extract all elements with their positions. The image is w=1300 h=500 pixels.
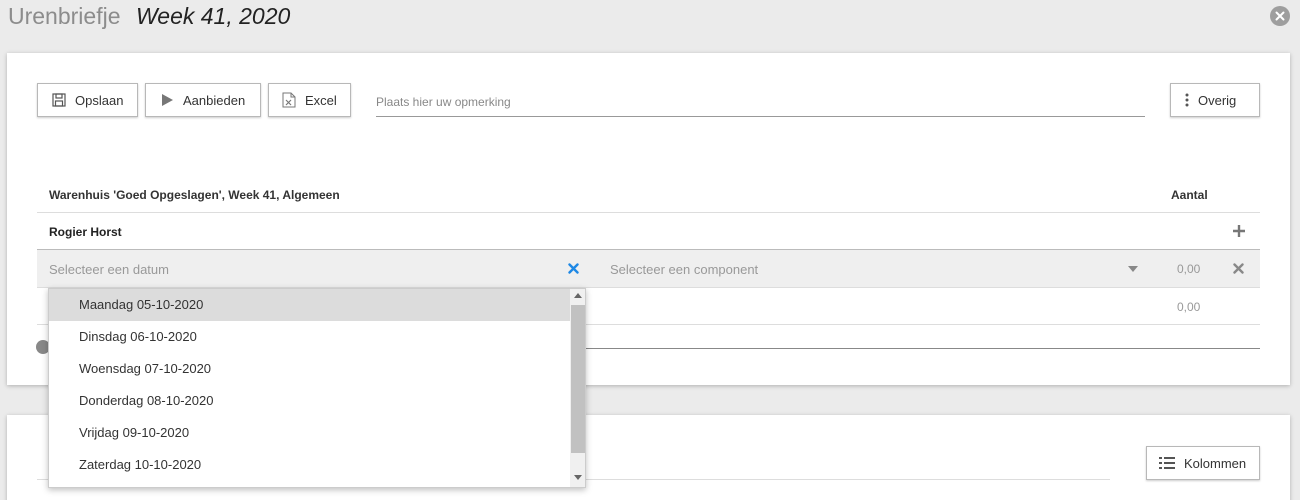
scroll-down-icon[interactable] [574,475,582,481]
more-button-label: Overig [1198,92,1237,108]
component-select[interactable]: Selecteer een component [610,262,758,277]
date-option[interactable]: Vrijdag 09-10-2020 [49,417,570,449]
excel-button-label: Excel [305,92,337,108]
list-icon [1159,457,1175,469]
caret-down-icon[interactable] [1128,266,1138,272]
date-option[interactable]: Maandag 05-10-2020 [49,289,570,321]
person-row: Rogier Horst [37,213,1260,250]
page-title: Urenbriefje [8,3,121,29]
table-header-title: Warenhuis 'Goed Opgeslagen', Week 41, Al… [49,188,340,202]
close-button[interactable] [1270,6,1290,26]
dropdown-scrollbar[interactable] [570,289,585,487]
date-dropdown[interactable]: Maandag 05-10-2020 Dinsdag 06-10-2020 Wo… [48,288,586,488]
date-option[interactable]: Donderdag 08-10-2020 [49,385,570,417]
date-option[interactable]: Woensdag 07-10-2020 [49,353,570,385]
save-button[interactable]: Opslaan [37,83,138,117]
delete-x-icon[interactable] [1233,263,1244,274]
entry-edit-row: Selecteer een datum Selecteer een compon… [37,250,1260,288]
entry-amount[interactable]: 0,00 [1177,262,1200,276]
floppy-disk-icon [52,93,66,107]
week-title: Week 41, 2020 [136,3,291,29]
close-icon [1275,11,1285,21]
scroll-up-icon[interactable] [574,292,582,298]
columns-button[interactable]: Kolommen [1146,446,1260,480]
person-name: Rogier Horst [49,225,122,239]
plus-icon[interactable] [1232,224,1246,238]
excel-file-icon [282,92,296,108]
submit-button[interactable]: Aanbieden [145,83,261,117]
save-button-label: Opslaan [75,92,124,108]
date-select[interactable]: Selecteer een datum [49,262,169,277]
excel-button[interactable]: Excel [268,83,351,117]
date-option[interactable]: Zaterdag 10-10-2020 [49,449,570,481]
remark-field-wrapper [376,88,1145,117]
columns-button-label: Kolommen [1184,455,1247,471]
more-button[interactable]: Overig [1170,83,1260,117]
scrollbar-thumb[interactable] [571,305,585,453]
play-icon [162,94,173,106]
table-header: Warenhuis 'Goed Opgeslagen', Week 41, Al… [37,176,1260,213]
title-bar: Urenbriefje Week 41, 2020 [0,0,1300,34]
clear-x-icon[interactable] [568,263,579,274]
vertical-dots-icon [1185,93,1189,107]
total-amount: 0,00 [1177,300,1201,314]
table-header-aantal: Aantal [1171,188,1208,202]
submit-button-label: Aanbieden [183,92,246,108]
date-option[interactable]: Dinsdag 06-10-2020 [49,321,570,353]
remark-input[interactable] [376,88,1145,116]
